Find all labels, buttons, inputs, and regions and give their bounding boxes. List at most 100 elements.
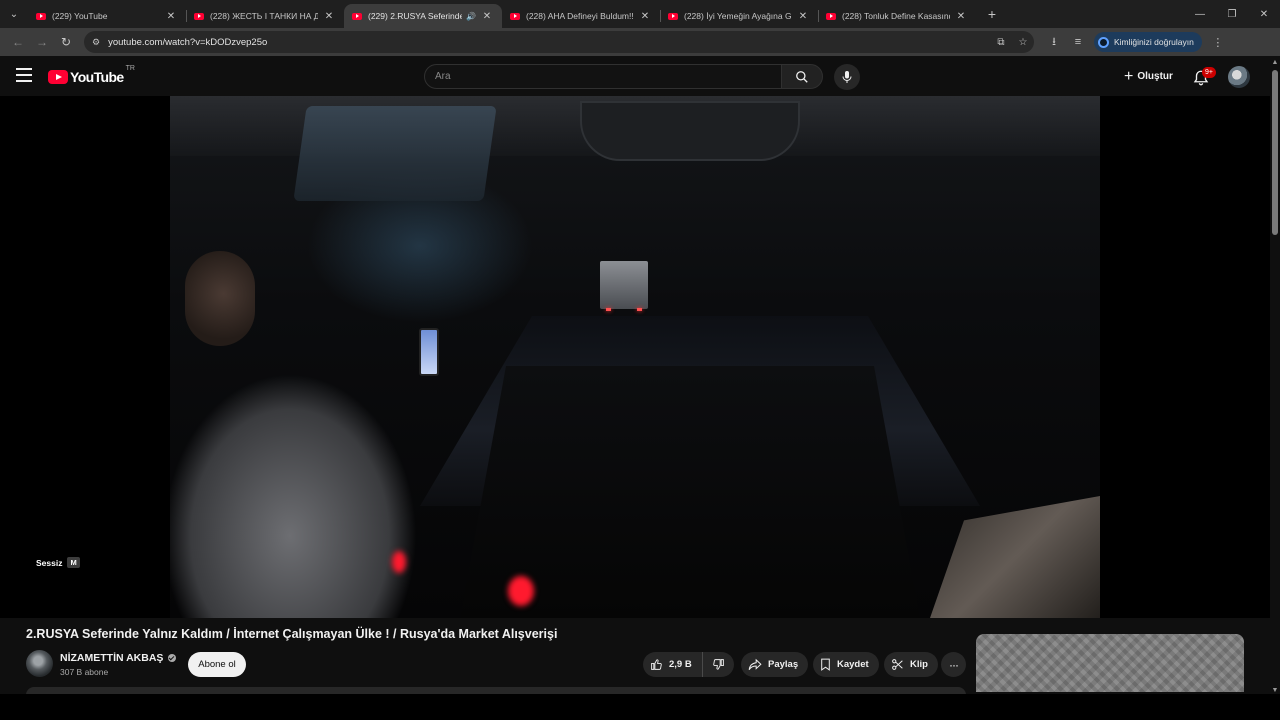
restore-icon[interactable]: ❐ [1216,0,1248,28]
bookmark-star-icon[interactable]: ☆ [1012,37,1034,48]
subscribe-button[interactable]: Abone ol [188,652,246,677]
voice-search-button[interactable] [834,64,860,90]
tab-close-icon[interactable]: ✕ [322,11,336,22]
save-label: Kaydet [837,659,869,670]
save-button[interactable]: Kaydet [813,652,879,677]
muted-indicator[interactable]: Sessiz M [36,557,80,568]
sidebar-ad-card[interactable] [976,634,1244,692]
tab-close-icon[interactable]: ✕ [954,11,968,22]
browser-tab[interactable]: (228) ЖЕСТЬ І ТАНКИ НА ДОР ✕ [186,4,344,28]
tab-title: (229) YouTube [52,11,108,21]
microphone-icon [842,71,852,83]
thumbs-up-icon [651,659,662,670]
forward-arrow-icon[interactable]: → [30,30,54,54]
red-ambient-light [508,576,534,606]
channel-name: NİZAMETTİN AKBAŞ [60,652,164,664]
video-frame[interactable] [170,96,1100,618]
overhead-console [580,101,800,161]
reload-icon[interactable]: ↻ [54,30,78,54]
create-label: Oluştur [1137,71,1173,82]
share-arrow-icon [748,658,762,671]
install-app-icon[interactable]: ⧉ [990,37,1012,48]
youtube-logo[interactable]: YouTube TR [48,65,135,85]
tab-media-icon[interactable]: ≡ [1066,36,1090,48]
video-title: 2.RUSYA Seferinde Yalnız Kaldım / İntern… [26,627,558,641]
cab-cargo [930,496,1100,618]
site-info-icon[interactable]: ⚙ [92,37,100,48]
youtube-favicon-icon [352,12,362,20]
tab-title: (228) Tonluk Define Kasasından [842,11,950,21]
share-button[interactable]: Paylaş [741,652,809,677]
red-ambient-light [392,551,406,573]
youtube-favicon-icon [194,12,204,20]
account-avatar[interactable] [1228,66,1250,88]
youtube-favicon-icon [826,12,836,20]
browser-tab-strip: ⌄ (229) YouTube ✕ (228) ЖЕСТЬ І ТАНКИ НА… [0,0,1280,28]
like-dislike-group: 2,9 B [643,652,734,677]
tab-close-icon[interactable]: ✕ [638,11,652,22]
tab-search-dropdown-icon[interactable]: ⌄ [0,0,28,28]
tab-title: (228) İyi Yemeğin Ayağına Gidil [684,11,792,21]
audio-playing-icon[interactable]: 🔊 [466,12,476,21]
window-controls: — ❐ ✕ [1184,0,1280,28]
driver-head [185,251,255,346]
more-actions-button[interactable]: ··· [941,652,966,677]
tab-title: (228) AHA Defineyi Buldum!!! D [526,11,634,21]
browser-tab[interactable]: (228) AHA Defineyi Buldum!!! D ✕ [502,4,660,28]
new-tab-plus-icon[interactable]: + [980,2,1004,26]
mute-shortcut-key: M [67,557,80,568]
browser-tab[interactable]: (228) İyi Yemeğin Ayağına Gidil ✕ [660,4,818,28]
youtube-favicon-icon [510,12,520,20]
scissors-icon [892,659,903,670]
download-icon[interactable]: ⭳ [1042,33,1066,52]
plus-icon: + [1124,67,1134,85]
scroll-up-arrow-icon[interactable]: ▲ [1270,59,1280,66]
browser-toolbar: ← → ↻ ⚙ youtube.com/watch?v=kDODzvep25o … [0,28,1280,56]
browser-tab[interactable]: (228) Tonluk Define Kasasından ✕ [818,4,976,28]
create-button[interactable]: + Oluştur [1114,64,1183,89]
browser-tab[interactable]: (229) YouTube ✕ [28,4,186,28]
verify-identity-label: Kimliğinizi doğrulayın [1114,37,1194,47]
minimize-icon[interactable]: — [1184,0,1216,28]
back-arrow-icon[interactable]: ← [6,30,30,54]
dislike-button[interactable] [703,658,734,671]
thumbs-down-icon [713,659,724,670]
muted-label: Sessiz [36,557,63,568]
overhead-compartment [293,106,497,201]
youtube-header: YouTube TR Ara + Oluştur [0,56,1270,96]
subscriber-count: 307 B abone [60,667,109,677]
clip-button[interactable]: Klip [884,652,938,677]
browser-menu-icon[interactable]: ⋮ [1206,36,1230,49]
truck-ahead [600,261,648,309]
tab-close-icon[interactable]: ✕ [164,11,178,22]
bookmark-icon [821,658,830,671]
phone-navigation [419,328,439,376]
share-label: Paylaş [768,659,799,670]
search-button[interactable] [781,64,823,89]
window-close-icon[interactable]: ✕ [1248,0,1280,28]
tab-close-icon[interactable]: ✕ [796,11,810,22]
scrollbar-thumb[interactable] [1272,70,1278,235]
browser-tab-active[interactable]: (229) 2.RUSYA Seferinde Ya 🔊 ✕ [344,4,502,28]
youtube-favicon-icon [36,12,46,20]
channel-name-link[interactable]: NİZAMETTİN AKBAŞ [60,652,177,664]
like-button[interactable]: 2,9 B [643,652,703,677]
country-code: TR [125,65,135,72]
tab-close-icon[interactable]: ✕ [480,11,494,22]
profile-ring-icon [1098,36,1109,48]
youtube-play-icon [48,70,68,84]
tab-list: (229) YouTube ✕ (228) ЖЕСТЬ І ТАНКИ НА Д… [28,0,1004,28]
guide-menu-icon[interactable] [16,68,32,82]
page-scrollbar[interactable]: ▲ ▼ [1270,56,1280,720]
video-player[interactable]: Sessiz M [0,96,1270,618]
search-input[interactable]: Ara [424,64,782,89]
tab-title: (228) ЖЕСТЬ І ТАНКИ НА ДОР [210,11,318,21]
url-text[interactable]: youtube.com/watch?v=kDODzvep25o [108,37,267,48]
like-count: 2,9 B [669,659,692,670]
address-bar[interactable]: ⚙ youtube.com/watch?v=kDODzvep25o ⧉ ☆ [84,31,1034,53]
scroll-down-arrow-icon[interactable]: ▼ [1270,687,1280,694]
bottom-edge [0,694,1280,720]
tab-title: (229) 2.RUSYA Seferinde Ya [368,11,463,21]
verify-identity-button[interactable]: Kimliğinizi doğrulayın [1094,32,1202,52]
channel-avatar[interactable] [26,650,53,677]
